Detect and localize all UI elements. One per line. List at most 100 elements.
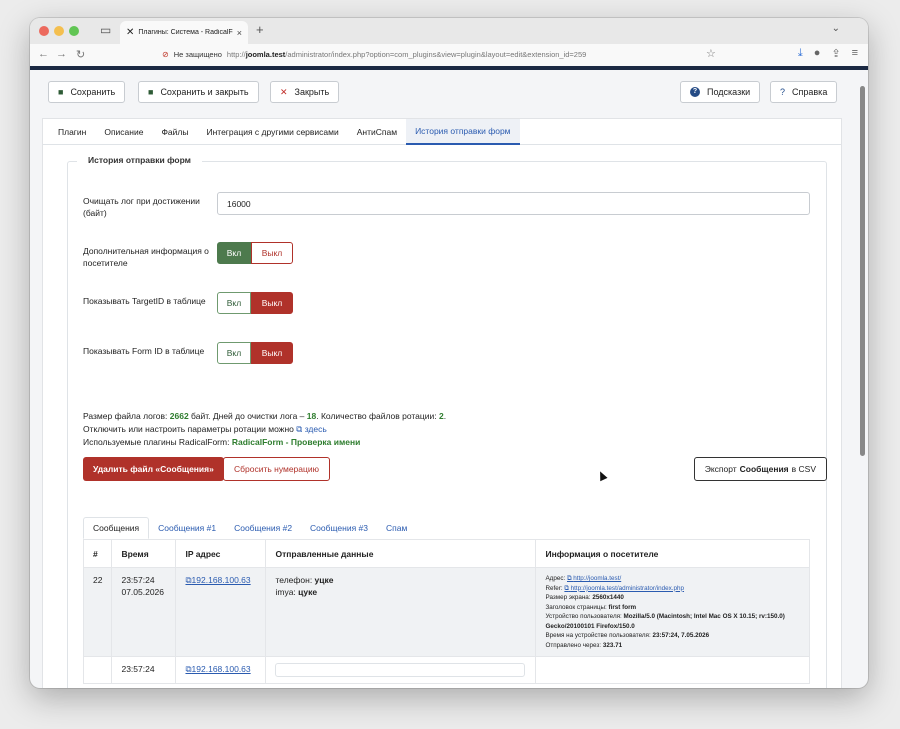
row-ip: ⧉192.168.100.63 bbox=[175, 656, 267, 684]
new-tab-button[interactable]: + bbox=[256, 22, 264, 37]
external-link-icon: ⧉ bbox=[564, 584, 569, 592]
security-label: Не защищено bbox=[173, 50, 222, 59]
rotation-info: Отключить или настроить параметры ротаци… bbox=[83, 424, 327, 434]
target-id-on-button[interactable]: Вкл bbox=[217, 292, 251, 314]
clear-log-input[interactable]: 16000 bbox=[217, 192, 810, 215]
reload-icon[interactable]: ↻ bbox=[76, 48, 85, 61]
browser-right-icons: ⤓ ● ⇪ ≡ bbox=[798, 47, 858, 60]
subtab-messages[interactable]: Сообщения bbox=[83, 517, 150, 539]
ip-link[interactable]: ⧉192.168.100.63 bbox=[185, 664, 250, 674]
ip-link[interactable]: ⧉192.168.100.63 bbox=[185, 575, 250, 585]
extra-info-on-button[interactable]: Вкл bbox=[217, 242, 251, 264]
col-data: Отправленные данные bbox=[265, 539, 537, 568]
row-visitor-info bbox=[535, 656, 810, 684]
row-number bbox=[82, 656, 113, 684]
log-size-info: Размер файла логов: 2662 байт. Дней до о… bbox=[83, 411, 447, 421]
address-bar-row: ← → ↻ ⊘ Не защищено http://joomla.test/a… bbox=[30, 44, 868, 66]
row-number: 22 bbox=[82, 567, 113, 657]
address-link[interactable]: ⧉ http://joomla.test/ bbox=[567, 575, 621, 582]
tab-antispam[interactable]: АнтиСпам bbox=[348, 119, 406, 145]
tab-integration[interactable]: Интеграция с другими сервисами bbox=[197, 119, 347, 145]
plugin-edit-card: Плагин Описание Файлы Интеграция с други… bbox=[42, 118, 842, 688]
url-field[interactable]: ⊘ Не защищено http://joomla.test/adminis… bbox=[162, 46, 722, 63]
log-table: # Время IP адрес Отправленные данные Инф… bbox=[82, 539, 810, 684]
hints-label: Подсказки bbox=[707, 87, 751, 97]
tab-list-icon[interactable]: ▭ bbox=[100, 23, 111, 37]
col-ip: IP адрес bbox=[175, 539, 267, 568]
download-icon[interactable]: ⤓ bbox=[798, 47, 803, 60]
plugin-name: RadicalForm - Проверка имени bbox=[231, 437, 361, 447]
extensions-icon[interactable]: ⇪ bbox=[831, 47, 840, 60]
form-id-label: Показывать Form ID в таблице bbox=[83, 346, 205, 356]
url-prefix: http:// bbox=[226, 50, 246, 59]
save-close-button[interactable]: ■ Сохранить и закрыть bbox=[138, 81, 259, 103]
delete-log-button[interactable]: Удалить файл «Сообщения» bbox=[83, 457, 224, 481]
plugins-info: Используемые плагины RadicalForm: Radica… bbox=[83, 437, 361, 447]
form-id-off-button[interactable]: Выкл bbox=[251, 342, 293, 364]
col-number: # bbox=[82, 539, 113, 568]
extra-info-label: Дополнительная информация о посетителе bbox=[83, 246, 209, 268]
maximize-window-button[interactable] bbox=[69, 26, 79, 36]
info-icon: ? bbox=[690, 87, 700, 97]
help-label: Справка bbox=[792, 87, 828, 97]
tab-title: Плагины: Система - RadicalFo bbox=[138, 29, 233, 36]
bookmark-star-icon[interactable]: ☆ bbox=[706, 47, 716, 60]
help-button[interactable]: ? Справка bbox=[770, 81, 838, 103]
row-data bbox=[265, 656, 537, 684]
external-link-icon: ⧉ bbox=[296, 424, 303, 434]
close-icon: ✕ bbox=[280, 86, 288, 97]
main-tabs: Плагин Описание Файлы Интеграция с други… bbox=[43, 119, 841, 145]
log-subtabs: Сообщения Сообщения #1 Сообщения #2 Сооб… bbox=[83, 517, 416, 539]
save-icon: ■ bbox=[148, 87, 154, 97]
tab-close-icon[interactable]: × bbox=[237, 28, 242, 38]
subtab-messages-2[interactable]: Сообщения #2 bbox=[225, 517, 301, 539]
col-visitor: Информация о посетителе bbox=[535, 539, 810, 568]
back-arrow-icon[interactable]: ← bbox=[38, 48, 49, 60]
page-scrollbar[interactable] bbox=[860, 86, 865, 456]
extra-info-off-button[interactable]: Выкл bbox=[251, 242, 293, 264]
form-id-on-button[interactable]: Вкл bbox=[217, 342, 251, 364]
refer-link[interactable]: ⧉ http://joomla.test/administrator/index… bbox=[564, 585, 684, 592]
extra-info-toggle: Вкл Выкл bbox=[217, 242, 293, 264]
save-icon: ■ bbox=[58, 87, 64, 97]
chevron-down-icon[interactable]: ⌄ bbox=[832, 23, 840, 34]
close-button[interactable]: ✕ Закрыть bbox=[270, 81, 340, 103]
row-ip: ⧉192.168.100.63 bbox=[175, 567, 267, 657]
tab-files[interactable]: Файлы bbox=[152, 119, 197, 145]
warning-box bbox=[275, 663, 526, 677]
row-time: 23:57:24 07.05.2026 bbox=[111, 567, 177, 657]
target-id-off-button[interactable]: Выкл bbox=[251, 292, 293, 314]
toolbar: ■ Сохранить ■ Сохранить и закрыть ✕ Закр… bbox=[30, 70, 868, 110]
url-path: /administrator/index.php?option=com_plug… bbox=[285, 50, 587, 59]
menu-icon[interactable]: ≡ bbox=[852, 47, 858, 60]
account-icon[interactable]: ● bbox=[814, 47, 821, 60]
tab-history[interactable]: История отправки форм bbox=[406, 119, 520, 145]
table-header-row: # Время IP адрес Отправленные данные Инф… bbox=[82, 539, 810, 568]
col-time: Время bbox=[111, 539, 177, 568]
table-row: 23:57:24 ⧉192.168.100.63 bbox=[82, 656, 810, 684]
hints-button[interactable]: ? Подсказки bbox=[680, 81, 761, 103]
rotation-settings-link[interactable]: ⧉ здесь bbox=[296, 424, 327, 434]
row-time: 23:57:24 bbox=[111, 656, 177, 684]
browser-window: ▭ ✕ Плагины: Система - RadicalFo × + ⌄ ←… bbox=[30, 18, 868, 688]
clear-log-label: Очищать лог при достижении (байт) bbox=[83, 196, 200, 218]
subtab-spam[interactable]: Спам bbox=[377, 517, 416, 539]
export-csv-button[interactable]: Экспорт Сообщения в CSV bbox=[693, 457, 827, 481]
subtab-messages-3[interactable]: Сообщения #3 bbox=[301, 517, 377, 539]
minimize-window-button[interactable] bbox=[54, 26, 64, 36]
table-row: 22 23:57:24 07.05.2026 ⧉192.168.100.63 те… bbox=[82, 567, 810, 657]
close-window-button[interactable] bbox=[39, 26, 49, 36]
fieldset-legend: История отправки форм bbox=[77, 155, 202, 165]
save-button[interactable]: ■ Сохранить bbox=[48, 81, 126, 103]
browser-tabbar: ▭ ✕ Плагины: Система - RadicalFo × + ⌄ bbox=[30, 18, 868, 44]
reset-numbering-button[interactable]: Сбросить нумерацию bbox=[223, 457, 331, 481]
tab-plugin[interactable]: Плагин bbox=[49, 119, 95, 145]
question-icon: ? bbox=[780, 87, 786, 97]
form-id-toggle: Вкл Выкл bbox=[217, 342, 293, 364]
joomla-favicon-icon: ✕ bbox=[126, 27, 135, 38]
tab-description[interactable]: Описание bbox=[95, 119, 152, 145]
browser-tab[interactable]: ✕ Плагины: Система - RadicalFo × bbox=[120, 21, 248, 44]
close-label: Закрыть bbox=[294, 87, 330, 97]
subtab-messages-1[interactable]: Сообщения #1 bbox=[149, 517, 225, 539]
forward-arrow-icon[interactable]: → bbox=[56, 48, 67, 60]
